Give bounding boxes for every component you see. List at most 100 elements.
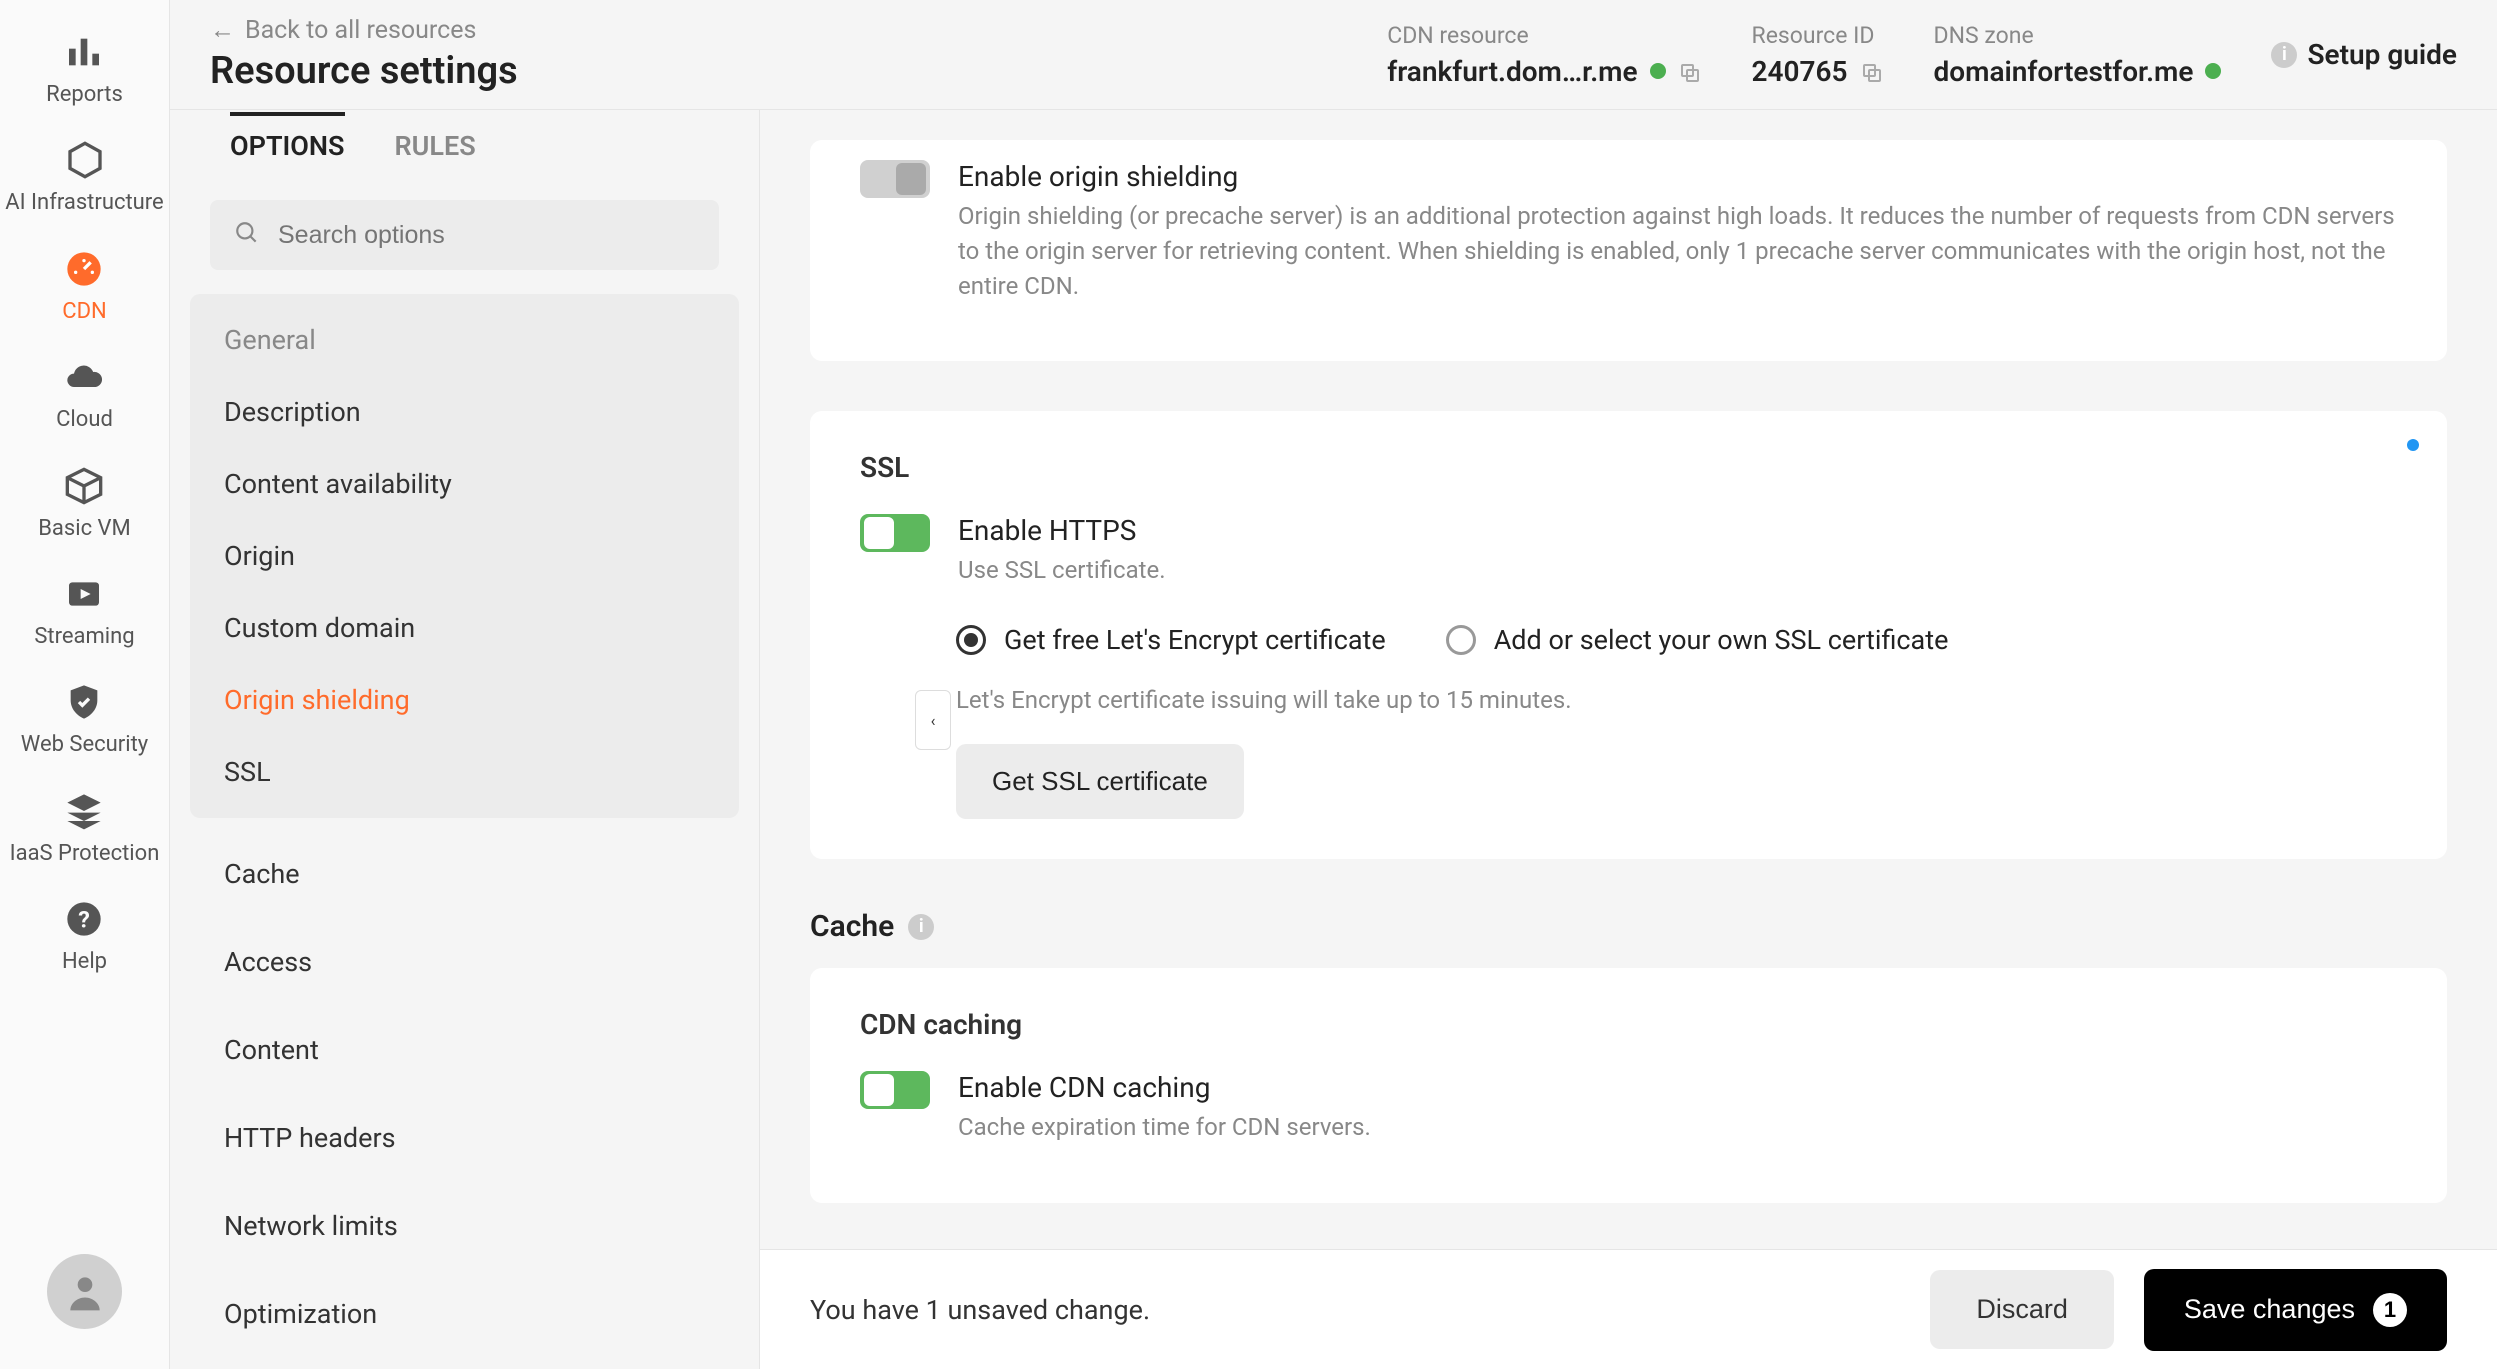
nav-help[interactable]: ? Help: [62, 897, 107, 975]
general-group: General Description Content availability…: [190, 294, 739, 818]
sidebar-item-origin-shielding[interactable]: Origin shielding: [190, 664, 739, 736]
toggle-origin-shielding[interactable]: [860, 160, 930, 198]
sidebar-item-ssl[interactable]: SSL: [190, 736, 739, 808]
status-dot-green: [1650, 63, 1666, 79]
copy-icon[interactable]: [1860, 59, 1884, 83]
nav-label: Basic VM: [38, 516, 131, 542]
group-title-general: General: [190, 304, 739, 376]
page-title: Resource settings: [210, 49, 518, 93]
help-icon: ?: [62, 897, 106, 941]
cdn-resource-block: CDN resource frankfurt.dom…r.me: [1387, 22, 1701, 88]
sidebar-item-optimization[interactable]: Optimization: [190, 1278, 739, 1350]
sidebar-item-network-limits[interactable]: Network limits: [190, 1190, 739, 1262]
sidebar-item-custom-domain[interactable]: Custom domain: [190, 592, 739, 664]
avatar[interactable]: [47, 1254, 122, 1329]
cache-heading-text: Cache: [810, 909, 894, 944]
hexagon-icon: [63, 138, 107, 182]
nav-label: CDN: [62, 299, 106, 325]
info-icon[interactable]: i: [908, 914, 934, 940]
layers-icon: [62, 789, 106, 833]
toggle-label-origin-shielding: Enable origin shielding: [958, 160, 2397, 193]
save-label: Save changes: [2184, 1294, 2355, 1325]
copy-icon[interactable]: [1678, 59, 1702, 83]
setup-guide-link[interactable]: i Setup guide: [2271, 38, 2457, 71]
nav-label: Reports: [46, 82, 123, 108]
info-icon: i: [2271, 42, 2297, 68]
origin-shielding-desc: Origin shielding (or precache server) is…: [958, 199, 2397, 303]
play-icon: [62, 572, 106, 616]
resource-id-label: Resource ID: [1752, 22, 1884, 49]
shield-icon: [62, 680, 106, 724]
svg-text:?: ?: [79, 905, 91, 933]
https-desc: Use SSL certificate.: [958, 553, 1166, 588]
arrow-left-icon: ←: [210, 16, 235, 45]
back-link-label: Back to all resources: [245, 16, 476, 45]
nav-reports[interactable]: Reports: [46, 30, 123, 108]
nav-label: Cloud: [56, 407, 113, 433]
sidebar-item-origin[interactable]: Origin: [190, 520, 739, 592]
resource-id-value: 240765: [1752, 55, 1848, 88]
radio-label: Get free Let's Encrypt certificate: [1004, 624, 1386, 656]
status-dot-green: [2205, 63, 2221, 79]
cdn-resource-value: frankfurt.dom…r.me: [1387, 55, 1637, 88]
nav-streaming[interactable]: Streaming: [34, 572, 134, 650]
sidebar-item-content[interactable]: Content: [190, 1014, 739, 1086]
nav-basic-vm[interactable]: Basic VM: [38, 464, 131, 542]
cdn-caching-card: CDN caching Enable CDN caching Cache exp…: [810, 968, 2447, 1203]
search-input[interactable]: [278, 221, 695, 250]
lets-encrypt-hint: Let's Encrypt certificate issuing will t…: [956, 686, 2397, 714]
sidebar-item-access[interactable]: Access: [190, 926, 739, 998]
search-box[interactable]: [210, 200, 719, 270]
setup-guide-label: Setup guide: [2307, 38, 2457, 71]
radio-icon: [956, 625, 986, 655]
cdn-caching-desc: Cache expiration time for CDN servers.: [958, 1110, 1371, 1145]
radio-icon: [1446, 625, 1476, 655]
sidebar-item-description[interactable]: Description: [190, 376, 739, 448]
discard-button[interactable]: Discard: [1930, 1270, 2114, 1349]
header: ← Back to all resources Resource setting…: [170, 0, 2497, 110]
cache-heading: Cache i: [810, 909, 2447, 944]
collapse-sidebar-button[interactable]: ‹: [915, 690, 951, 750]
nav-cloud[interactable]: Cloud: [56, 355, 113, 433]
ssl-card: SSL Enable HTTPS Use SSL certificate. Ge…: [810, 411, 2447, 859]
radio-label: Add or select your own SSL certificate: [1494, 624, 1949, 656]
nav-cdn[interactable]: CDN: [62, 247, 106, 325]
get-ssl-button[interactable]: Get SSL certificate: [956, 744, 1244, 819]
nav-iaas-protection[interactable]: IaaS Protection: [10, 789, 160, 867]
search-icon: [234, 220, 260, 250]
gauge-icon: [62, 247, 106, 291]
bar-chart-icon: [62, 30, 106, 74]
nav-ai-infra[interactable]: AI Infrastructure: [5, 138, 163, 216]
settings-sidebar: OPTIONS RULES General Description Conten…: [170, 110, 760, 1369]
toggle-cdn-caching[interactable]: [860, 1071, 930, 1109]
radio-own-cert[interactable]: Add or select your own SSL certificate: [1446, 624, 1949, 656]
dns-zone-value: domainfortestfor.me: [1934, 55, 2194, 88]
cdn-resource-label: CDN resource: [1387, 22, 1701, 49]
nav-label: Web Security: [21, 732, 148, 758]
nav-label: Streaming: [34, 624, 134, 650]
sidebar-item-cache[interactable]: Cache: [190, 838, 739, 910]
radio-lets-encrypt[interactable]: Get free Let's Encrypt certificate: [956, 624, 1386, 656]
sidebar-item-http-headers[interactable]: HTTP headers: [190, 1102, 739, 1174]
back-link[interactable]: ← Back to all resources: [210, 16, 518, 45]
save-changes-button[interactable]: Save changes 1: [2144, 1269, 2447, 1351]
sidebar-item-content-availability[interactable]: Content availability: [190, 448, 739, 520]
unsaved-changes-msg: You have 1 unsaved change.: [810, 1294, 1150, 1326]
toggle-label-cdn-caching: Enable CDN caching: [958, 1071, 1371, 1104]
origin-shielding-card: Enable origin shielding Origin shielding…: [810, 140, 2447, 361]
save-count-badge: 1: [2373, 1293, 2407, 1327]
tab-rules[interactable]: RULES: [395, 130, 476, 176]
change-indicator-dot: [2407, 439, 2419, 451]
resource-id-block: Resource ID 240765: [1752, 22, 1884, 88]
dns-zone-label: DNS zone: [1934, 22, 2222, 49]
toggle-enable-https[interactable]: [860, 514, 930, 552]
tab-options[interactable]: OPTIONS: [230, 112, 345, 176]
content-panel: Enable origin shielding Origin shielding…: [760, 110, 2497, 1369]
cloud-icon: [62, 355, 106, 399]
toggle-label-https: Enable HTTPS: [958, 514, 1166, 547]
nav-web-security[interactable]: Web Security: [21, 680, 148, 758]
left-nav: Reports AI Infrastructure CDN Cloud Basi…: [0, 0, 170, 1369]
cube-icon: [62, 464, 106, 508]
chevron-left-icon: ‹: [931, 711, 936, 730]
nav-label: AI Infrastructure: [5, 190, 163, 216]
